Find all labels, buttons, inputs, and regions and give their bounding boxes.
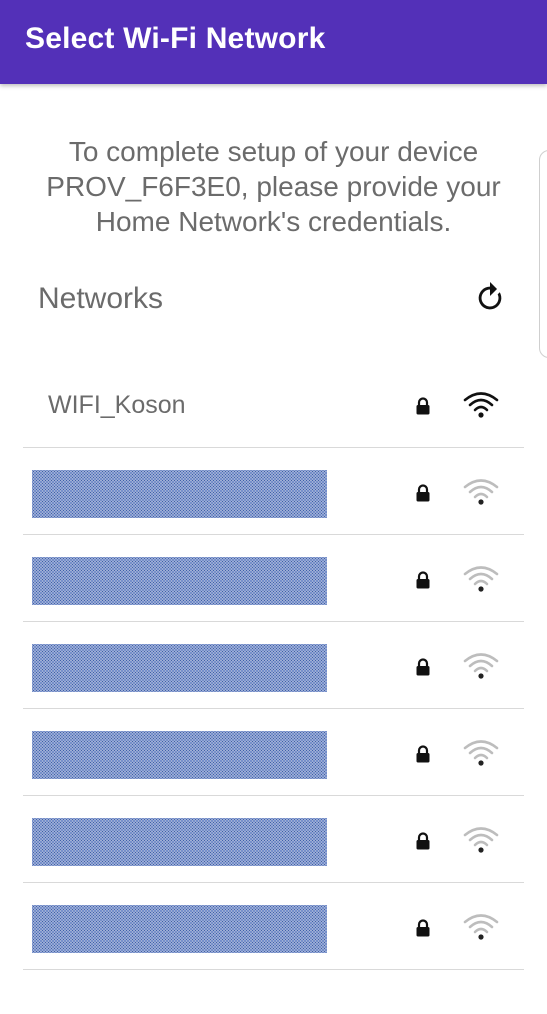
network-row[interactable]	[23, 709, 524, 796]
wifi-signal-icon	[463, 479, 499, 505]
networks-heading: Networks	[38, 282, 164, 315]
wifi-signal-icon	[463, 566, 499, 592]
redacted-network-name	[32, 905, 327, 953]
wifi-signal-icon	[463, 827, 499, 853]
lock-icon	[416, 832, 430, 850]
network-row[interactable]	[23, 883, 524, 970]
page-title: Select Wi-Fi Network	[25, 22, 326, 55]
lock-icon	[416, 571, 430, 589]
lock-icon	[416, 658, 430, 676]
wifi-signal-icon	[463, 914, 499, 940]
network-row[interactable]	[23, 796, 524, 883]
redacted-network-name	[32, 818, 327, 866]
redacted-network-name	[32, 557, 327, 605]
app-bar: Select Wi-Fi Network	[0, 0, 547, 84]
setup-instructions: To complete setup of your device PROV_F6…	[46, 136, 501, 237]
redacted-network-name	[32, 470, 327, 518]
redacted-network-name	[32, 731, 327, 779]
network-name: WIFI_Koson	[48, 391, 186, 419]
wifi-signal-icon	[463, 740, 499, 766]
wifi-signal-icon	[463, 392, 499, 418]
network-row[interactable]: WIFI_Koson	[23, 361, 524, 448]
lock-icon	[416, 484, 430, 502]
scroll-indicator[interactable]	[539, 150, 547, 358]
redacted-network-name	[32, 644, 327, 692]
network-list: WIFI_Koson	[23, 361, 524, 970]
wifi-signal-icon	[463, 653, 499, 679]
refresh-button[interactable]	[470, 278, 510, 318]
lock-icon	[416, 397, 430, 415]
network-row[interactable]	[23, 535, 524, 622]
network-row[interactable]	[23, 622, 524, 709]
network-row[interactable]	[23, 448, 524, 535]
lock-icon	[416, 745, 430, 763]
refresh-icon	[478, 281, 502, 310]
lock-icon	[416, 919, 430, 937]
